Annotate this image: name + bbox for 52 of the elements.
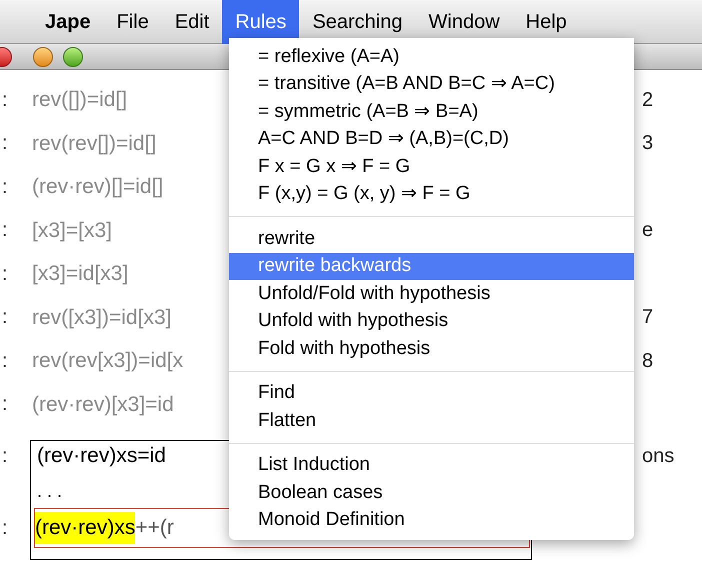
line-number: : [2, 516, 9, 541]
proof-formula: rev(rev[])=id[] [32, 130, 156, 156]
menu-item[interactable]: Fold with hypothesis [229, 335, 634, 362]
menu-item[interactable]: rewrite [229, 225, 634, 252]
justification-text: 3 [642, 131, 654, 156]
proof-formula: [x3]=id[x3] [32, 261, 128, 287]
justification-text: 2 [642, 88, 654, 113]
menu-item[interactable]: F (x,y) = G (x, y) ⇒ F = G [229, 180, 634, 208]
line-number: : [2, 88, 9, 113]
menu-item[interactable]: = symmetric (A=B ⇒ B=A) [229, 98, 634, 126]
menu-item[interactable]: Unfold with hypothesis [229, 308, 634, 335]
menu-bar-item[interactable]: Edit [162, 0, 222, 44]
menu-item[interactable]: List Induction [229, 452, 634, 479]
menu-item[interactable]: Flatten [229, 407, 634, 434]
line-number: : [2, 392, 9, 418]
zoom-button-icon[interactable] [63, 47, 83, 67]
menu-item[interactable]: Unfold/Fold with hypothesis [229, 280, 634, 308]
proof-formula: rev([])=id[] [32, 87, 128, 113]
line-number: : [2, 305, 9, 330]
proof-formula: [x3]=[x3] [32, 218, 112, 244]
menu-item[interactable]: Monoid Definition [229, 506, 634, 534]
justification-text: ons [642, 444, 674, 469]
line-number: : [2, 348, 9, 374]
menu-item[interactable]: = reflexive (A=A) [229, 43, 634, 70]
proof-formula: ++(r [135, 515, 174, 542]
line-number: : [2, 444, 9, 469]
justification-text: 7 [642, 305, 654, 330]
ellipsis-text: . . . [36, 480, 62, 502]
justification-text: 8 [642, 348, 654, 374]
proof-formula: rev([x3])=id[x3] [32, 304, 172, 330]
line-number: : [2, 174, 9, 200]
menu-item[interactable]: Boolean cases [229, 479, 634, 506]
line-number: : [2, 218, 9, 244]
menu-bar-item[interactable]: Searching [299, 0, 416, 44]
menu-item[interactable]: rewrite backwards [229, 252, 634, 280]
menu-bar-item[interactable]: Help [512, 0, 580, 44]
menu-item[interactable]: A=C AND B=D ⇒ (A,B)=(C,D) [229, 126, 634, 153]
justification-text: e [642, 218, 654, 244]
menu-item[interactable]: = transitive (A=B AND B=C ⇒ A=C) [229, 70, 634, 98]
minimize-button-icon[interactable] [33, 47, 53, 67]
menu-bar-item[interactable]: Jape [32, 0, 104, 44]
proof-formula: (rev·rev)xs=id [36, 443, 166, 470]
line-number: : [2, 262, 9, 287]
proof-formula: (rev·rev)[]=id[] [32, 174, 164, 200]
menu-item[interactable]: F x = G x ⇒ F = G [229, 153, 634, 180]
highlighted-formula: (rev·rev)xs [35, 512, 136, 544]
menu-item[interactable]: Find [229, 380, 634, 407]
proof-formula: (rev·rev)[x3]=id [32, 392, 174, 418]
menu-bar-item[interactable]: Window [416, 0, 513, 44]
proof-formula: rev(rev[x3])=id[x [32, 348, 184, 374]
menu-bar-item[interactable]: File [104, 0, 162, 44]
line-number: : [2, 131, 9, 156]
